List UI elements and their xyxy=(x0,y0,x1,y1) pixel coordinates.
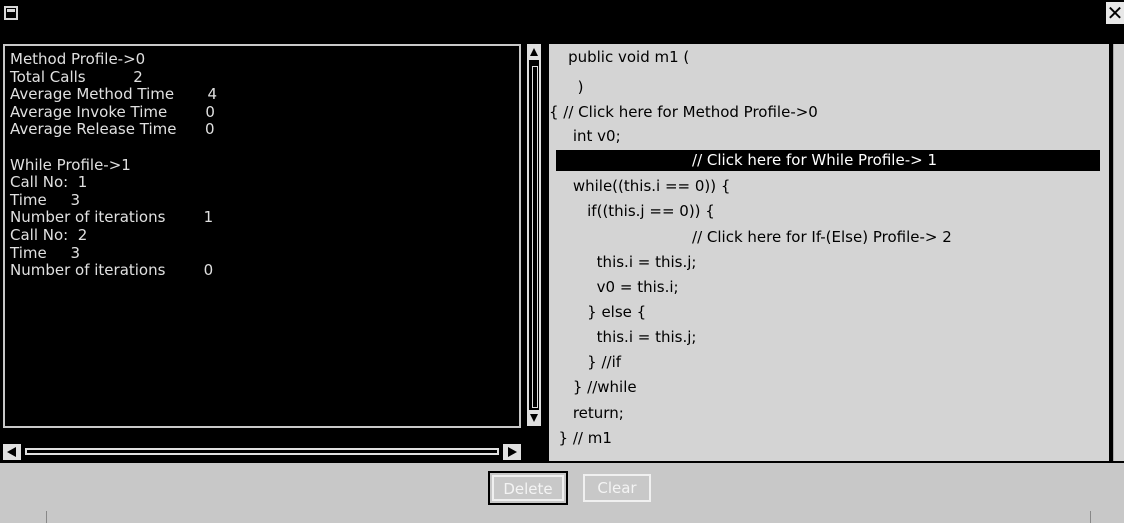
vertical-scroll-thumb[interactable] xyxy=(532,66,538,408)
window-menu-icon[interactable] xyxy=(4,6,18,20)
title-bar xyxy=(0,0,1124,40)
highlighted-code-line[interactable]: // Click here for While Profile-> 1 xyxy=(556,150,1100,171)
scroll-left-arrow-icon[interactable] xyxy=(3,444,21,460)
clear-button[interactable]: Clear xyxy=(583,474,651,502)
code-line[interactable]: while((this.i == 0)) { xyxy=(549,176,731,196)
code-line[interactable]: int v0; xyxy=(549,126,621,146)
code-line[interactable]: if((this.j == 0)) { xyxy=(549,201,715,221)
code-line[interactable]: { // Click here for Method Profile->0 xyxy=(549,102,818,122)
profile-horizontal-scrollbar[interactable] xyxy=(3,443,521,461)
code-line[interactable]: } //while xyxy=(549,377,637,397)
delete-button-label: Delete xyxy=(492,475,564,501)
profile-vertical-scrollbar[interactable] xyxy=(527,44,541,426)
status-segment xyxy=(0,511,47,523)
scroll-down-arrow-icon[interactable] xyxy=(527,410,541,426)
profile-text-area[interactable]: Method Profile->0 Total Calls 2 Average … xyxy=(3,44,521,428)
code-vertical-scrollbar[interactable] xyxy=(1113,44,1124,461)
scroll-right-arrow-icon[interactable] xyxy=(503,444,521,460)
status-strip xyxy=(0,511,1124,523)
code-line[interactable]: } //if xyxy=(549,352,621,372)
code-line[interactable]: this.i = this.j; xyxy=(549,327,697,347)
source-code-view[interactable]: public void m1 ( ) { // Click here for Me… xyxy=(549,44,1109,461)
code-line[interactable]: // Click here for If-(Else) Profile-> 2 xyxy=(549,227,952,247)
code-line[interactable]: } else { xyxy=(549,302,646,322)
profile-text: Method Profile->0 Total Calls 2 Average … xyxy=(10,50,218,280)
code-line[interactable]: } // m1 xyxy=(549,428,612,448)
code-line[interactable]: ) xyxy=(549,77,584,97)
delete-button[interactable]: Delete xyxy=(488,471,568,505)
code-line[interactable]: public void m1 ( xyxy=(549,47,689,67)
status-segment xyxy=(1090,511,1124,523)
code-line[interactable]: v0 = this.i; xyxy=(549,277,679,297)
scroll-up-arrow-icon[interactable] xyxy=(527,44,541,60)
code-line[interactable]: return; xyxy=(549,403,624,423)
horizontal-scroll-thumb[interactable] xyxy=(25,448,499,455)
code-line[interactable]: this.i = this.j; xyxy=(549,252,697,272)
close-icon[interactable]: ✕ xyxy=(1106,2,1124,24)
